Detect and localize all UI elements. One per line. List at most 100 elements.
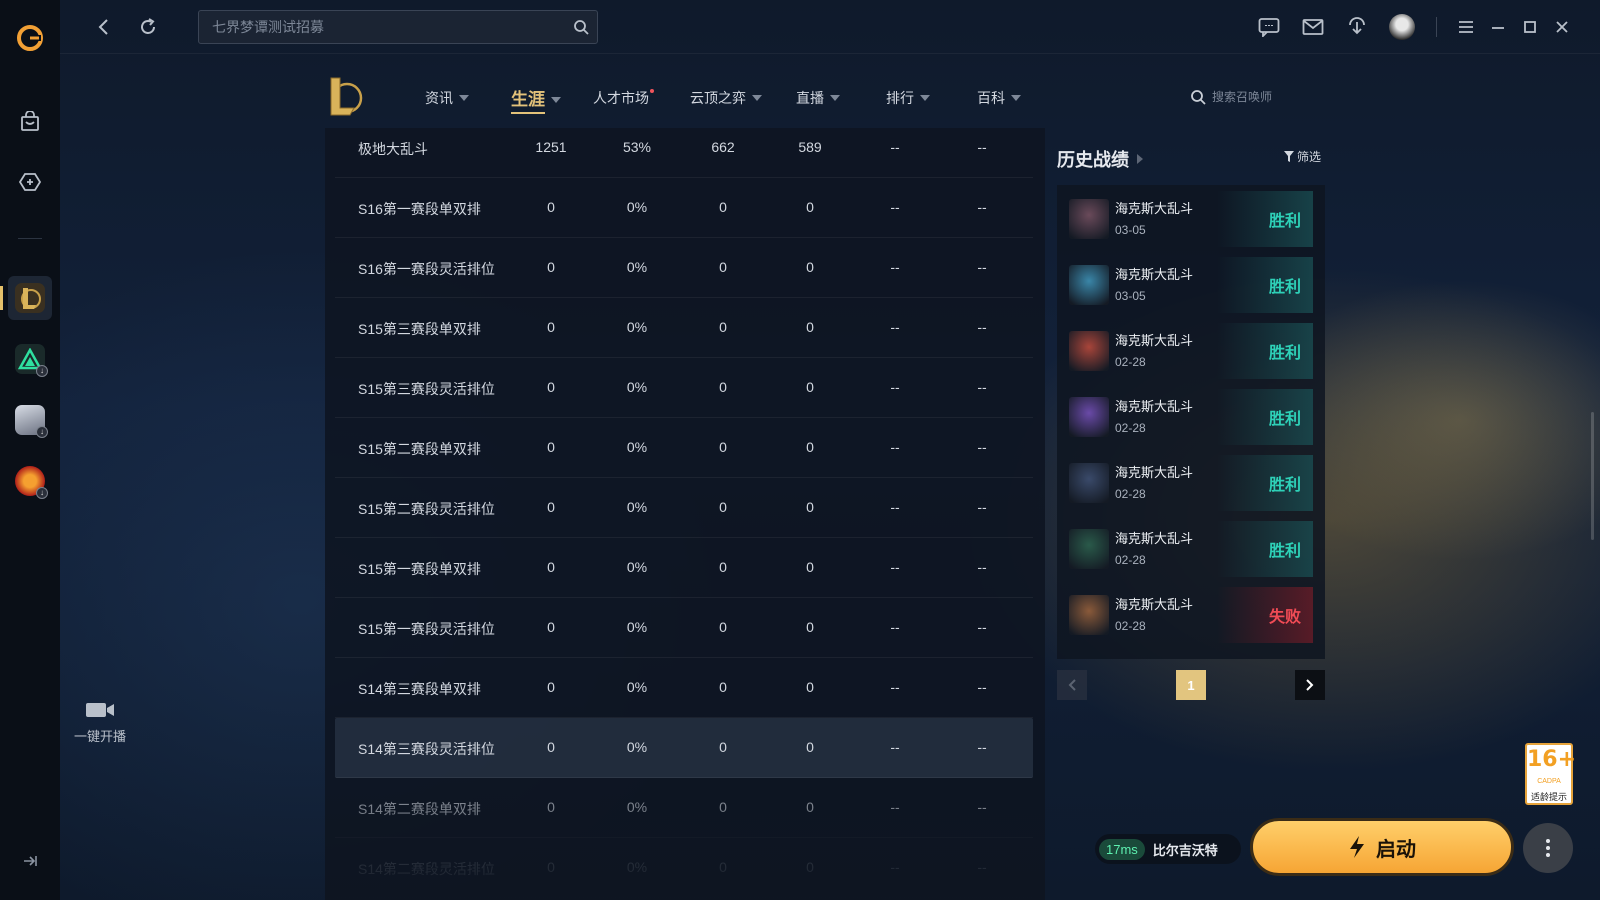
match-item[interactable]: 海克斯大乱斗 02-28 胜利 <box>1069 389 1313 445</box>
match-item[interactable]: 海克斯大乱斗 03-05 胜利 <box>1069 191 1313 247</box>
age-rating-org: CADPA <box>1537 778 1561 785</box>
close-icon[interactable] <box>1548 13 1576 41</box>
stat-cell: -- <box>977 319 987 335</box>
shop-icon[interactable] <box>8 100 52 144</box>
match-history-list: 海克斯大乱斗 03-05 胜利 海克斯大乱斗 03-05 胜利 海克斯大乱斗 02-28 胜利海… <box>1057 185 1325 659</box>
search-icon <box>1191 89 1206 105</box>
next-page-button[interactable] <box>1295 670 1325 700</box>
anime-character-icon: ↓ <box>15 405 48 438</box>
stat-cell: 0% <box>626 379 648 395</box>
search-icon[interactable] <box>573 19 589 40</box>
summoner-search[interactable]: 搜索召唤师 <box>1190 88 1272 105</box>
stat-cell: -- <box>977 379 987 395</box>
table-row: S16第一赛段灵活排位 0 0% 0 0 -- -- <box>335 238 1033 298</box>
nav-career[interactable]: 生涯 <box>511 85 561 114</box>
stat-cell: -- <box>977 859 987 875</box>
back-icon[interactable] <box>90 13 118 41</box>
match-history-title[interactable]: 历史战绩 <box>1057 146 1143 172</box>
match-item[interactable]: 海克斯大乱斗 02-28 失败 <box>1069 587 1313 643</box>
table-row: S15第二赛段单双排 0 0% 0 0 -- -- <box>335 418 1033 478</box>
table-row: 极地大乱斗 1251 53% 662 589 -- -- <box>335 128 1033 178</box>
match-mode: 海克斯大乱斗 <box>1115 531 1194 546</box>
stat-cell: 0 <box>719 559 727 575</box>
stat-cell: 0 <box>806 619 814 635</box>
prev-page-button[interactable] <box>1057 670 1087 700</box>
left-rail: ↓ ↓ ↓ <box>0 0 60 900</box>
mode-name-cell: S15第二赛段灵活排位 <box>358 501 495 517</box>
page-1-button[interactable]: 1 <box>1176 670 1206 700</box>
stat-cell: -- <box>977 139 987 155</box>
nav-wiki[interactable]: 百科 <box>977 88 1021 108</box>
nav-live-label: 直播 <box>796 90 824 106</box>
champion-avatar <box>1069 397 1109 437</box>
nav-ranking[interactable]: 排行 <box>886 88 930 108</box>
stat-cell: 0 <box>806 499 814 515</box>
stat-cell: 0 <box>547 199 555 215</box>
character-game-icon[interactable]: ↓ <box>8 398 52 442</box>
match-date: 02-28 <box>1115 421 1146 435</box>
summoner-search-placeholder: 搜索召唤师 <box>1212 90 1273 104</box>
match-date: 02-28 <box>1115 619 1146 633</box>
page-scrollbar[interactable] <box>1591 412 1594 540</box>
mail-icon[interactable] <box>1299 13 1327 41</box>
nav-news[interactable]: 资讯 <box>425 88 469 108</box>
lol-game-icon[interactable] <box>0 276 52 320</box>
mode-name-cell: S15第三赛段灵活排位 <box>358 381 495 397</box>
match-item[interactable]: 海克斯大乱斗 02-28 胜利 <box>1069 455 1313 511</box>
valorant-like-game-icon[interactable]: ↓ <box>8 337 52 381</box>
more-options-button[interactable] <box>1523 823 1573 873</box>
table-row: S16第一赛段单双排 0 0% 0 0 -- -- <box>335 178 1033 238</box>
match-item[interactable]: 海克斯大乱斗 02-28 胜利 <box>1069 521 1313 577</box>
match-result: 失败 <box>1217 587 1313 643</box>
nav-career-label: 生涯 <box>511 85 545 114</box>
maximize-icon[interactable] <box>1516 13 1544 41</box>
server-selector[interactable]: 17ms 比尔吉沃特 <box>1095 834 1241 864</box>
filter-button[interactable]: 筛选 <box>1284 148 1321 165</box>
nav-tft[interactable]: 云顶之弈 <box>690 88 762 108</box>
chat-icon[interactable] <box>1255 13 1283 41</box>
launch-button[interactable]: 启动 <box>1250 818 1514 876</box>
stat-cell: 0% <box>626 739 648 755</box>
match-date: 02-28 <box>1115 487 1146 501</box>
stat-cell: 0 <box>806 739 814 755</box>
champion-avatar <box>1069 331 1109 371</box>
minimize-icon[interactable] <box>1484 13 1512 41</box>
refresh-icon[interactable] <box>134 13 162 41</box>
camera-icon <box>70 700 130 720</box>
one-click-live-button[interactable]: 一键开播 <box>70 700 130 745</box>
download-manager-icon[interactable] <box>1343 13 1371 41</box>
match-mode: 海克斯大乱斗 <box>1115 465 1194 480</box>
global-search[interactable] <box>198 10 598 44</box>
game-library-icon[interactable] <box>8 160 52 204</box>
nav-live[interactable]: 直播 <box>796 88 840 108</box>
stat-cell: -- <box>890 619 900 635</box>
mode-name-cell: S14第二赛段单双排 <box>358 801 481 817</box>
stat-cell: 0 <box>719 619 727 635</box>
nav-talent-market[interactable]: 人才市场 <box>593 88 654 108</box>
stat-cell: -- <box>890 259 900 275</box>
stat-cell: -- <box>890 499 900 515</box>
match-item[interactable]: 海克斯大乱斗 02-28 胜利 <box>1069 323 1313 379</box>
stat-cell: 0 <box>547 379 555 395</box>
stat-cell: -- <box>977 439 987 455</box>
stat-cell: 0 <box>719 739 727 755</box>
wegame-logo-icon[interactable] <box>8 16 52 60</box>
stat-cell: 0 <box>547 619 555 635</box>
champion-avatar <box>1069 463 1109 503</box>
table-row: S15第二赛段灵活排位 0 0% 0 0 -- -- <box>335 478 1033 538</box>
search-input[interactable] <box>199 11 597 43</box>
stat-cell: 0 <box>806 859 814 875</box>
table-row: S15第一赛段灵活排位 0 0% 0 0 -- -- <box>335 598 1033 658</box>
collapse-rail-icon[interactable] <box>20 852 40 870</box>
stat-cell: 0 <box>806 679 814 695</box>
stat-cell: 0 <box>719 859 727 875</box>
lightning-icon <box>1350 836 1364 858</box>
user-avatar[interactable] <box>1388 13 1416 41</box>
stat-cell: -- <box>890 799 900 815</box>
history-title-label: 历史战绩 <box>1057 150 1129 170</box>
crossfire-game-icon[interactable]: ↓ <box>8 459 52 503</box>
lol-logo-icon[interactable] <box>325 74 363 118</box>
menu-icon[interactable] <box>1452 13 1480 41</box>
launch-label: 启动 <box>1376 838 1416 861</box>
match-item[interactable]: 海克斯大乱斗 03-05 胜利 <box>1069 257 1313 313</box>
